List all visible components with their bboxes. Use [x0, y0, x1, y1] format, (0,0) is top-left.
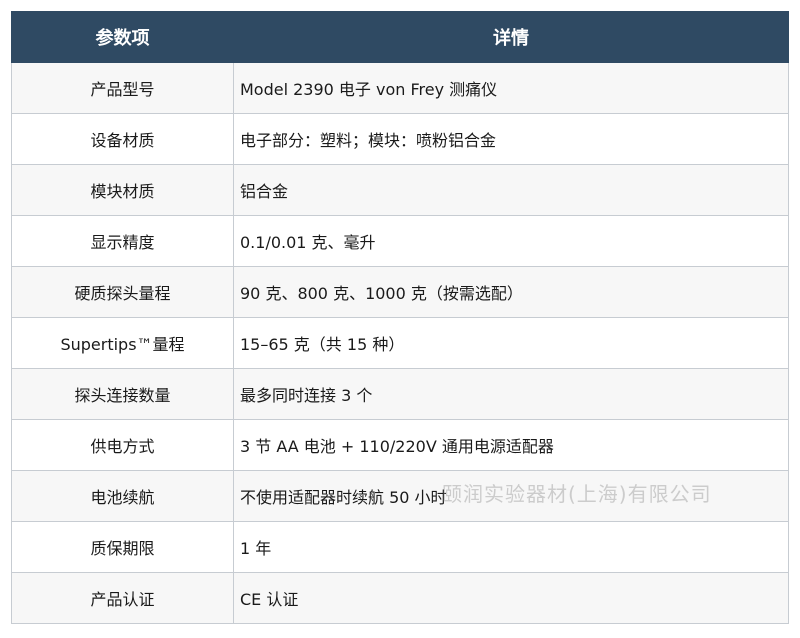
row-param: 设备材质 — [11, 113, 234, 165]
row-param: 模块材质 — [11, 164, 234, 216]
table-row: 模块材质 铝合金 — [11, 164, 789, 216]
table-row: 硬质探头量程 90 克、800 克、1000 克（按需选配） — [11, 266, 789, 318]
header-detail: 详情 — [233, 11, 789, 63]
row-detail: 3 节 AA 电池 + 110/220V 通用电源适配器 — [233, 419, 789, 471]
table-row: 质保期限 1 年 — [11, 521, 789, 573]
table-header-row: 参数项 详情 — [11, 11, 789, 63]
table-row: 探头连接数量 最多同时连接 3 个 — [11, 368, 789, 420]
row-detail: 铝合金 — [233, 164, 789, 216]
row-detail: 1 年 — [233, 521, 789, 573]
row-detail: 电子部分：塑料；模块：喷粉铝合金 — [233, 113, 789, 165]
table-row: 显示精度 0.1/0.01 克、毫升 — [11, 215, 789, 267]
row-detail: 90 克、800 克、1000 克（按需选配） — [233, 266, 789, 318]
row-param: 产品认证 — [11, 572, 234, 624]
table-row: 供电方式 3 节 AA 电池 + 110/220V 通用电源适配器 — [11, 419, 789, 471]
row-param: 质保期限 — [11, 521, 234, 573]
header-param: 参数项 — [11, 11, 234, 63]
spec-table: 参数项 详情 产品型号 Model 2390 电子 von Frey 测痛仪 设… — [11, 11, 789, 624]
table-row: Supertips™量程 15–65 克（共 15 种） — [11, 317, 789, 369]
row-param: 显示精度 — [11, 215, 234, 267]
row-detail: Model 2390 电子 von Frey 测痛仪 — [233, 62, 789, 114]
row-detail: 不使用适配器时续航 50 小时 — [233, 470, 789, 522]
row-detail: CE 认证 — [233, 572, 789, 624]
row-detail: 15–65 克（共 15 种） — [233, 317, 789, 369]
row-param: 供电方式 — [11, 419, 234, 471]
row-detail: 最多同时连接 3 个 — [233, 368, 789, 420]
row-param: 探头连接数量 — [11, 368, 234, 420]
row-param: 电池续航 — [11, 470, 234, 522]
table-row: 电池续航 不使用适配器时续航 50 小时 — [11, 470, 789, 522]
row-param: 硬质探头量程 — [11, 266, 234, 318]
row-detail: 0.1/0.01 克、毫升 — [233, 215, 789, 267]
table-row: 产品认证 CE 认证 — [11, 572, 789, 624]
table-row: 产品型号 Model 2390 电子 von Frey 测痛仪 — [11, 62, 789, 114]
row-param: Supertips™量程 — [11, 317, 234, 369]
table-row: 设备材质 电子部分：塑料；模块：喷粉铝合金 — [11, 113, 789, 165]
row-param: 产品型号 — [11, 62, 234, 114]
